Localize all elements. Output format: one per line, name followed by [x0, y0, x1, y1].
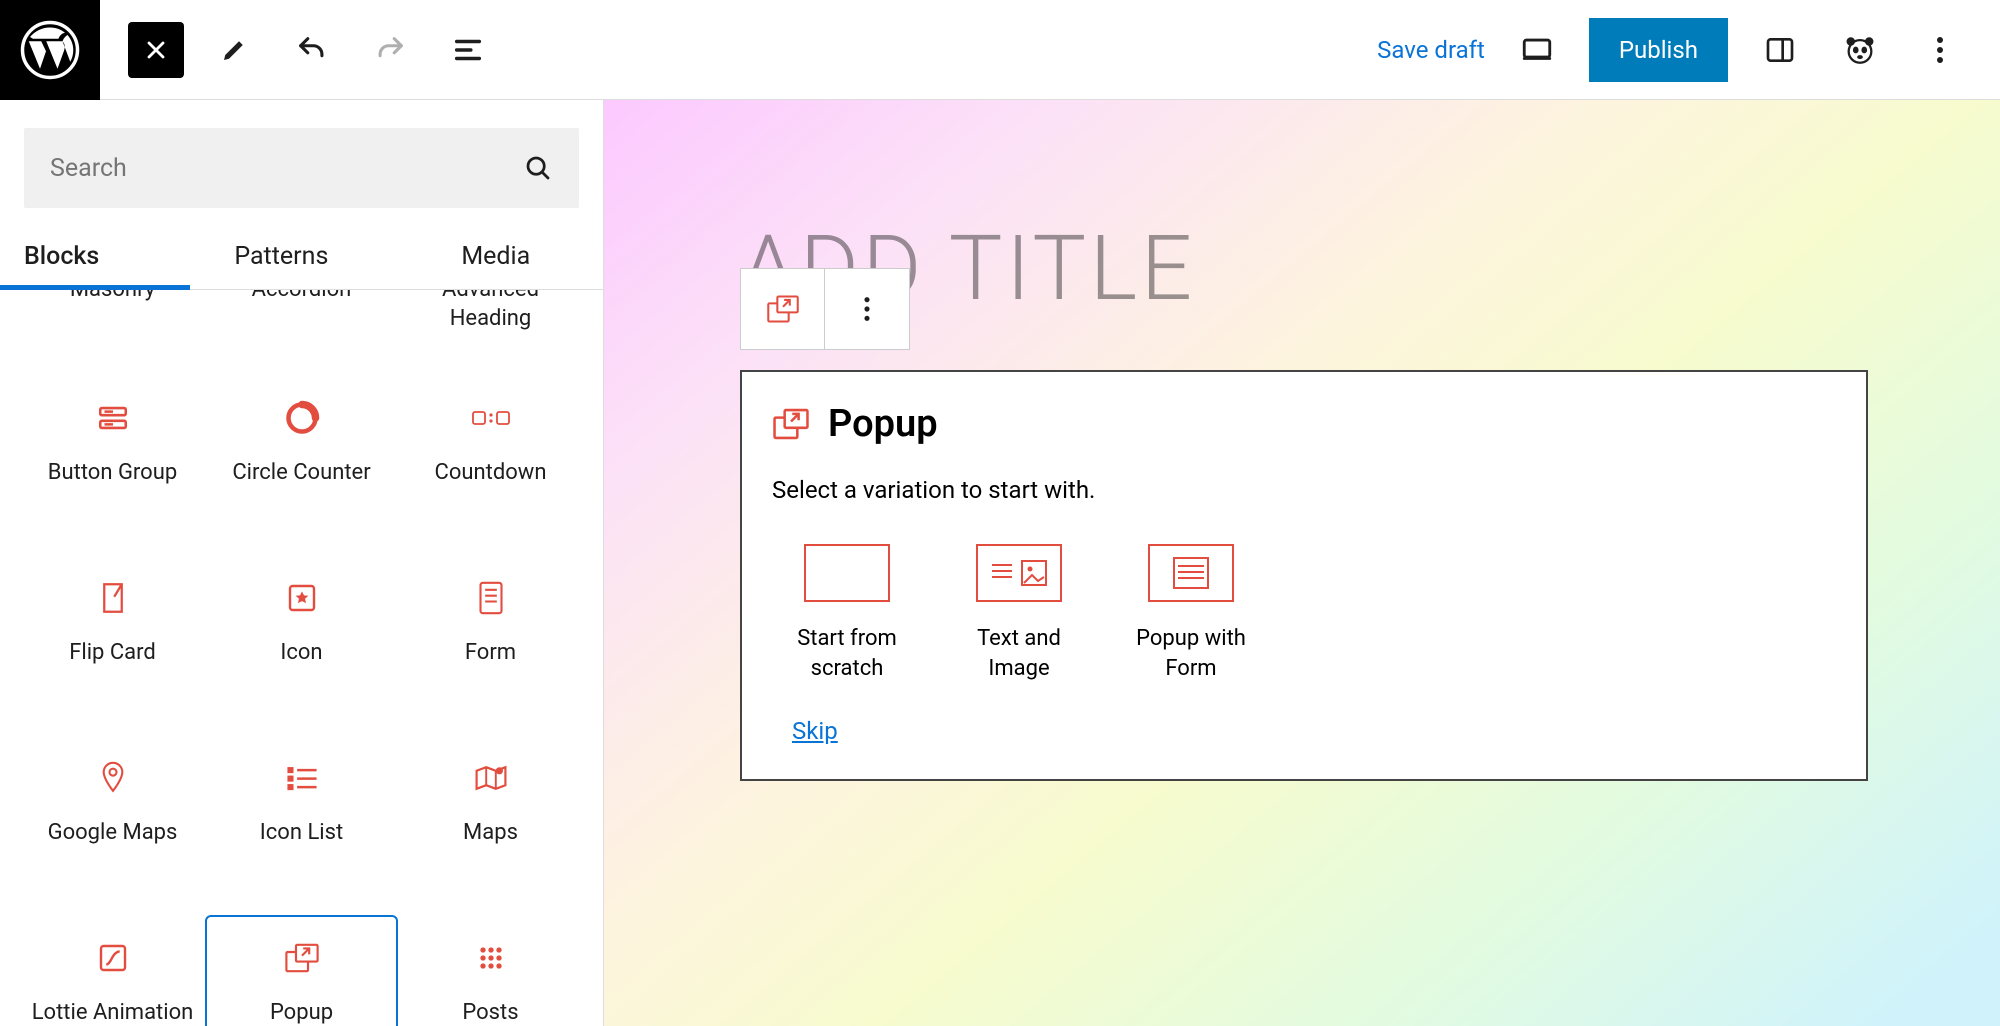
block-masonry[interactable]: Masonry	[18, 290, 207, 347]
block-label: Countdown	[435, 459, 547, 488]
variation-label: Start from scratch	[792, 624, 902, 683]
block-label: Button Group	[48, 459, 177, 488]
lottie-icon	[97, 935, 129, 981]
popup-icon	[772, 407, 810, 441]
edit-tool-button[interactable]	[206, 22, 262, 78]
block-posts[interactable]: Posts	[396, 917, 585, 1026]
block-flip-card[interactable]: Flip Card	[18, 557, 207, 707]
variation-label: Popup with Form	[1136, 624, 1246, 683]
editor-canvas: ADD TITLE Popup Select a variation to st…	[604, 100, 2000, 1026]
editor-topbar: Save draft Publish	[0, 0, 2000, 100]
topbar-left-tools	[100, 22, 496, 78]
icon-list-icon	[285, 755, 319, 801]
variation-thumb-blank	[804, 544, 890, 602]
preview-button[interactable]	[1509, 22, 1565, 78]
form-icon	[477, 575, 505, 621]
block-label: Lottie Animation	[32, 999, 194, 1026]
tab-media[interactable]: Media	[389, 226, 603, 289]
maps-icon	[473, 755, 509, 801]
block-button-group[interactable]: Button Group	[18, 377, 207, 527]
plugin-panda-icon[interactable]	[1832, 22, 1888, 78]
variation-thumb-form	[1148, 544, 1234, 602]
block-label: Popup	[270, 999, 333, 1026]
block-label: Accordion	[252, 290, 352, 305]
block-form[interactable]: Form	[396, 557, 585, 707]
popup-icon	[284, 935, 320, 981]
variation-thumb-text-image	[976, 544, 1062, 602]
button-group-icon	[96, 395, 130, 441]
block-label: Flip Card	[69, 639, 156, 668]
block-lottie-animation[interactable]: Lottie Animation	[18, 917, 207, 1026]
star-icon	[286, 575, 318, 621]
block-label: Circle Counter	[232, 459, 370, 488]
circle-counter-icon	[284, 395, 320, 441]
block-inserter-panel: Blocks Patterns Media Masonry Accordion …	[0, 100, 604, 1026]
popup-block-placeholder: Popup Select a variation to start with. …	[740, 370, 1868, 781]
posts-grid-icon	[475, 935, 507, 981]
redo-button[interactable]	[362, 22, 418, 78]
blocks-grid: Masonry Accordion Advanced Heading Butto…	[0, 290, 603, 1026]
block-label: Maps	[463, 819, 518, 848]
search-input[interactable]	[50, 154, 523, 183]
block-label: Icon List	[260, 819, 343, 848]
variation-text-and-image[interactable]: Text and Image	[964, 544, 1074, 683]
block-countdown[interactable]: Countdown	[396, 377, 585, 527]
block-type-indicator[interactable]	[741, 269, 825, 349]
block-google-maps[interactable]: Google Maps	[18, 737, 207, 887]
undo-button[interactable]	[284, 22, 340, 78]
popup-title: Popup	[828, 402, 938, 446]
block-advanced-heading[interactable]: Advanced Heading	[396, 290, 585, 347]
block-popup[interactable]: Popup	[207, 917, 396, 1026]
variation-popup-with-form[interactable]: Popup with Form	[1136, 544, 1246, 683]
block-label: Masonry	[70, 290, 155, 305]
skip-button[interactable]: Skip	[772, 717, 838, 745]
block-label: Icon	[280, 639, 322, 668]
block-accordion[interactable]: Accordion	[207, 290, 396, 347]
topbar-right-tools: Save draft Publish	[1377, 18, 2000, 82]
block-label: Form	[465, 639, 516, 668]
settings-sidebar-toggle[interactable]	[1752, 22, 1808, 78]
close-inserter-button[interactable]	[128, 22, 184, 78]
publish-button[interactable]: Publish	[1589, 18, 1728, 82]
search-icon	[523, 153, 553, 183]
block-search-box	[24, 128, 579, 208]
tab-patterns[interactable]: Patterns	[174, 226, 388, 289]
wordpress-logo[interactable]	[0, 0, 100, 100]
flip-card-icon	[98, 575, 128, 621]
document-overview-button[interactable]	[440, 22, 496, 78]
countdown-icon	[471, 395, 511, 441]
block-toolbar	[740, 268, 910, 350]
popup-subtitle: Select a variation to start with.	[772, 476, 1836, 504]
block-options-menu[interactable]	[825, 269, 909, 349]
save-draft-button[interactable]: Save draft	[1377, 36, 1485, 64]
inserter-tabs: Blocks Patterns Media	[0, 226, 603, 290]
variation-label: Text and Image	[964, 624, 1074, 683]
popup-variations: Start from scratch Text and Image Popup …	[772, 544, 1836, 683]
block-label: Posts	[462, 999, 518, 1026]
map-pin-icon	[99, 755, 127, 801]
block-label: Google Maps	[48, 819, 178, 848]
variation-start-from-scratch[interactable]: Start from scratch	[792, 544, 902, 683]
block-icon[interactable]: Icon	[207, 557, 396, 707]
options-menu-button[interactable]	[1912, 22, 1968, 78]
tab-blocks[interactable]: Blocks	[0, 226, 174, 289]
block-icon-list[interactable]: Icon List	[207, 737, 396, 887]
block-maps[interactable]: Maps	[396, 737, 585, 887]
block-circle-counter[interactable]: Circle Counter	[207, 377, 396, 527]
block-label: Advanced Heading	[402, 290, 579, 333]
